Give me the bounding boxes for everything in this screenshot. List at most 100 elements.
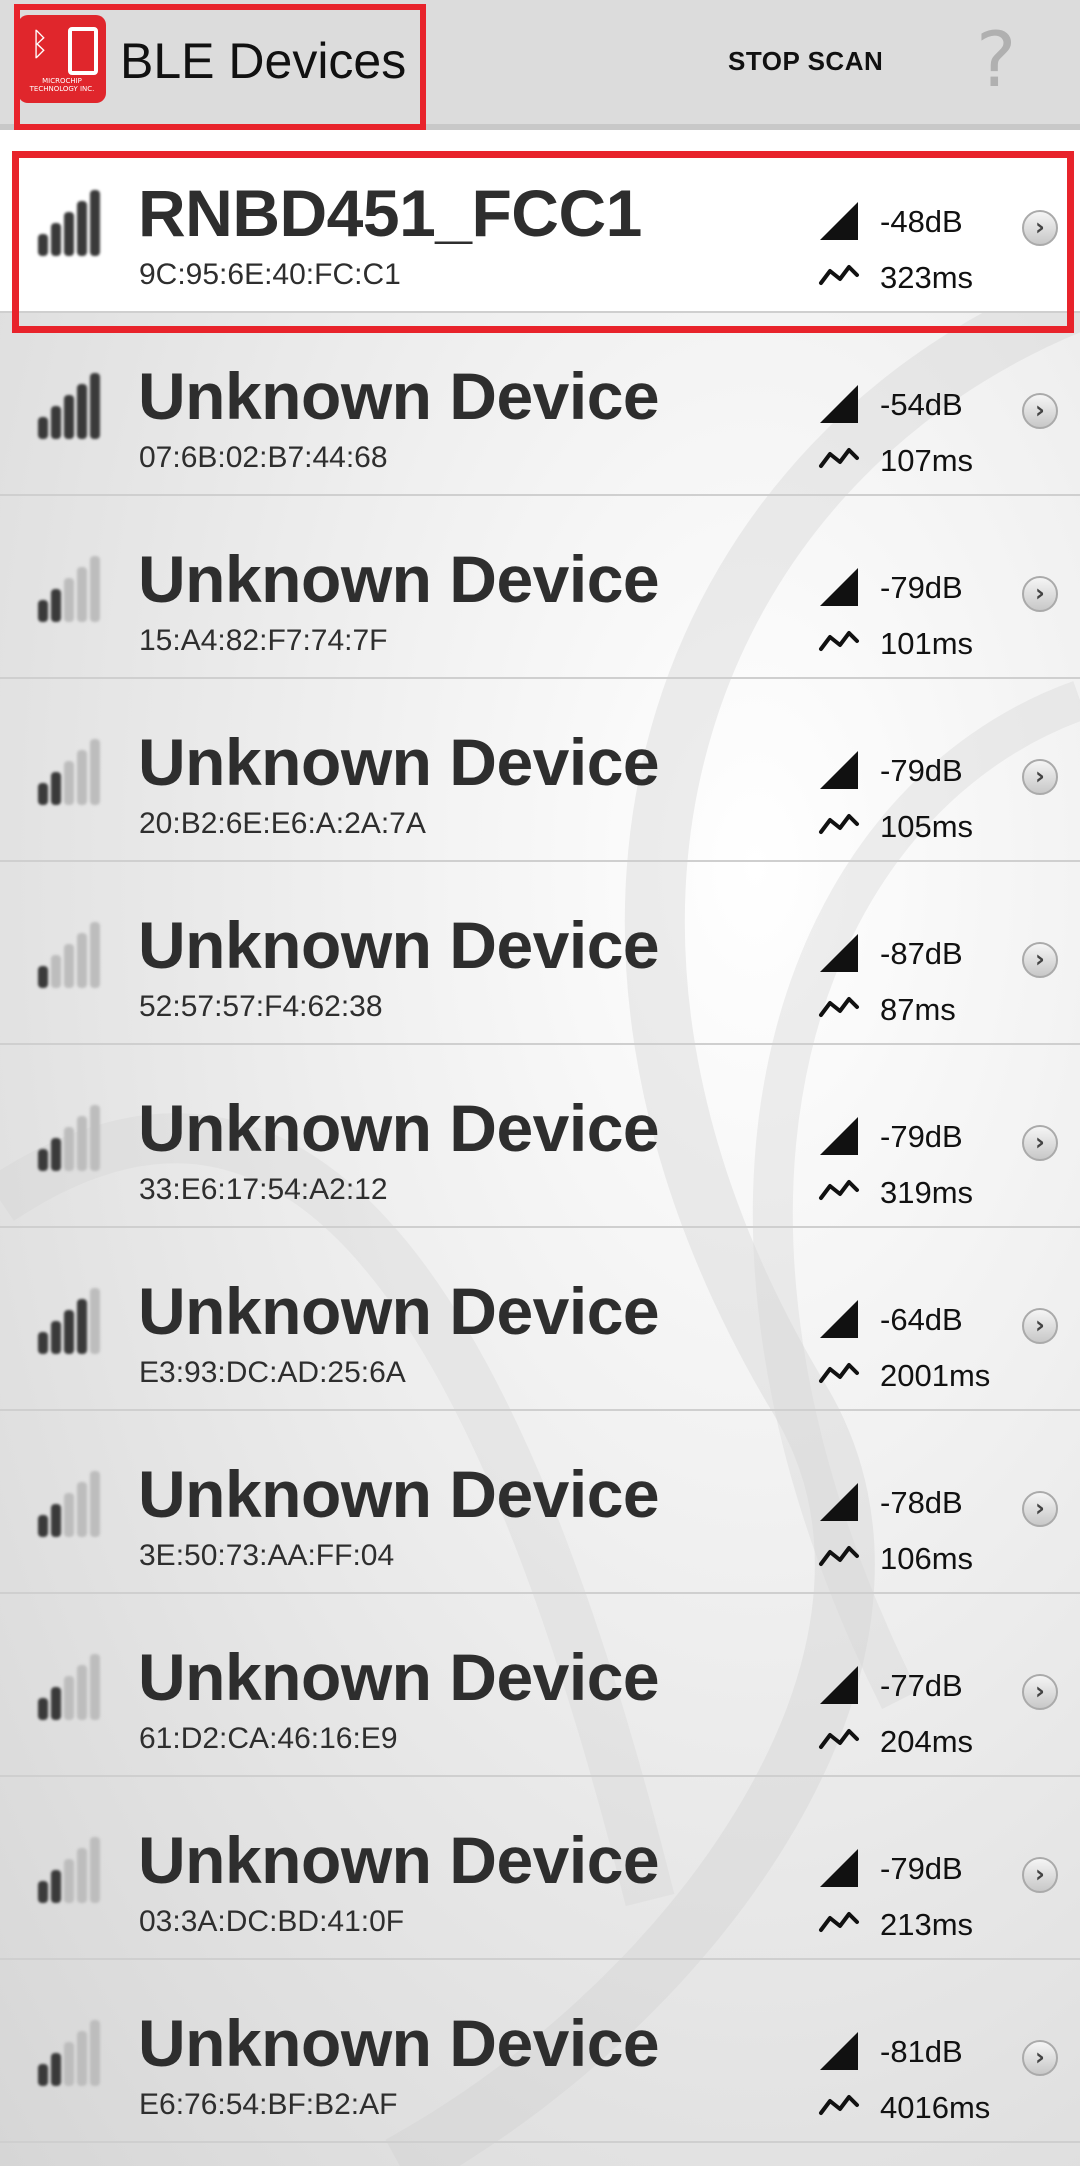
device-address: 20:B2:6E:E6:A:2A:7A <box>139 807 426 840</box>
chevron-right-circle-icon[interactable]: › <box>1022 576 1058 612</box>
signal-triangle-icon <box>820 1849 858 1887</box>
signal-bar <box>51 1687 61 1720</box>
rssi-value: -79dB <box>880 753 963 788</box>
interval-value: 101ms <box>880 626 974 661</box>
chevron-right-circle-icon[interactable]: › <box>1022 1125 1058 1161</box>
signal-bar <box>90 1654 100 1720</box>
microchip-logo: ᛒ MICROCHIP TECHNOLOGY INC. <box>18 15 106 103</box>
device-row[interactable]: Unknown Device 61:D2:CA:46:16:E9 -77dB 204m… <box>0 1594 1080 1777</box>
signal-bar <box>64 395 74 439</box>
interval-value: 107ms <box>880 443 974 478</box>
rssi-value: -79dB <box>880 1119 963 1154</box>
interval-value: 213ms <box>880 1907 974 1942</box>
rssi-value: -54dB <box>880 387 963 422</box>
signal-bar <box>64 1127 74 1171</box>
device-name: Unknown Device <box>138 1823 660 1897</box>
interval-value: 87ms <box>880 992 956 1027</box>
signal-bar <box>38 2064 48 2086</box>
zigzag-line-icon <box>819 1363 859 1383</box>
help-icon[interactable]: ? <box>976 22 1016 98</box>
device-row[interactable]: Unknown Device 07:6B:02:B7:44:68 -54dB 107m… <box>0 313 1080 496</box>
rssi-value: -81dB <box>880 2034 963 2069</box>
signal-bar <box>77 201 87 256</box>
signal-triangle-icon <box>820 1117 858 1155</box>
app-title: BLE Devices <box>120 33 407 89</box>
device-name: Unknown Device <box>138 1091 660 1165</box>
chevron-right-circle-icon[interactable]: › <box>1022 393 1058 429</box>
rssi-value: -87dB <box>880 936 963 971</box>
signal-bar <box>51 223 61 256</box>
signal-triangle-icon <box>820 2032 858 2070</box>
signal-bar <box>90 1837 100 1903</box>
zigzag-line-icon <box>819 1912 859 1932</box>
chevron-right-circle-icon[interactable]: › <box>1022 759 1058 795</box>
signal-bar <box>64 944 74 988</box>
signal-triangle-icon <box>820 385 858 423</box>
device-row[interactable]: Unknown Device 33:E6:17:54:A2:12 -79dB 319m… <box>0 1045 1080 1228</box>
signal-bars-icon <box>38 739 108 805</box>
zigzag-line-icon <box>819 1546 859 1566</box>
device-row[interactable]: Unknown Device 20:B2:6E:E6:A:2A:7A -79dB 10… <box>0 679 1080 862</box>
signal-bar <box>90 922 100 988</box>
signal-bar <box>38 966 48 988</box>
zigzag-line-icon <box>819 1729 859 1749</box>
signal-bar <box>64 1310 74 1354</box>
signal-bars-icon <box>38 1471 108 1537</box>
signal-bar <box>64 761 74 805</box>
zigzag-line-icon <box>819 2095 859 2115</box>
device-row[interactable]: RNBD451_FCC1 9C:95:6E:40:FC:C1 -48dB 323ms › <box>0 130 1080 333</box>
device-row[interactable]: Unknown Device E6:76:54:BF:B2:AF -81dB 4016… <box>0 1960 1080 2143</box>
device-address: E3:93:DC:AD:25:6A <box>139 1356 406 1389</box>
device-name: Unknown Device <box>138 1457 660 1531</box>
signal-bar <box>64 1859 74 1903</box>
signal-bar <box>51 2053 61 2086</box>
device-address: 52:57:57:F4:62:38 <box>139 990 383 1023</box>
signal-triangle-icon <box>820 1666 858 1704</box>
signal-bar <box>90 2020 100 2086</box>
signal-bar <box>51 772 61 805</box>
chevron-right-circle-icon[interactable]: › <box>1022 210 1058 246</box>
device-address: 07:6B:02:B7:44:68 <box>139 441 388 474</box>
device-address: 03:3A:DC:BD:41:0F <box>139 1905 405 1938</box>
chevron-right-circle-icon[interactable]: › <box>1022 1308 1058 1344</box>
signal-bar <box>51 1138 61 1171</box>
chevron-right-circle-icon[interactable]: › <box>1022 1674 1058 1710</box>
device-row[interactable]: Unknown Device E3:93:DC:AD:25:6A -64dB 2001… <box>0 1228 1080 1411</box>
signal-bar <box>77 750 87 805</box>
signal-triangle-icon <box>820 751 858 789</box>
signal-bars-icon <box>38 1105 108 1171</box>
stop-scan-button[interactable]: STOP SCAN <box>728 46 883 77</box>
signal-bar <box>90 739 100 805</box>
signal-triangle-icon <box>820 1300 858 1338</box>
interval-value: 106ms <box>880 1541 974 1576</box>
interval-value: 105ms <box>880 809 974 844</box>
device-address: 15:A4:82:F7:74:7F <box>139 624 388 657</box>
interval-value: 2001ms <box>880 1358 991 1393</box>
signal-bars-icon <box>38 1837 108 1903</box>
device-row[interactable]: Unknown Device 52:57:57:F4:62:38 -87dB 87ms… <box>0 862 1080 1045</box>
chevron-right-circle-icon[interactable]: › <box>1022 1857 1058 1893</box>
device-row[interactable]: Unknown Device 3E:50:73:AA:FF:04 -78dB 106m… <box>0 1411 1080 1594</box>
signal-bar <box>90 1105 100 1171</box>
logo-text: MICROCHIP TECHNOLOGY INC. <box>29 77 95 93</box>
rssi-value: -77dB <box>880 1668 963 1703</box>
phone-icon <box>68 27 98 75</box>
device-row[interactable]: Unknown Device 03:3A:DC:BD:41:0F -79dB 213m… <box>0 1777 1080 1960</box>
chevron-right-circle-icon[interactable]: › <box>1022 942 1058 978</box>
signal-bar <box>38 234 48 256</box>
chevron-right-circle-icon[interactable]: › <box>1022 2040 1058 2076</box>
rssi-value: -79dB <box>880 1851 963 1886</box>
signal-bars-icon <box>38 190 108 256</box>
signal-bar <box>51 589 61 622</box>
device-row[interactable]: Unknown Device 15:A4:82:F7:74:7F -79dB 101m… <box>0 496 1080 679</box>
signal-triangle-icon <box>820 934 858 972</box>
signal-bar <box>77 1665 87 1720</box>
rssi-value: -79dB <box>880 570 963 605</box>
signal-bar <box>90 1471 100 1537</box>
signal-bar <box>64 2042 74 2086</box>
signal-bar <box>51 955 61 988</box>
device-address: E6:76:54:BF:B2:AF <box>139 2088 398 2121</box>
device-name: Unknown Device <box>138 725 660 799</box>
signal-bar <box>64 1676 74 1720</box>
chevron-right-circle-icon[interactable]: › <box>1022 1491 1058 1527</box>
